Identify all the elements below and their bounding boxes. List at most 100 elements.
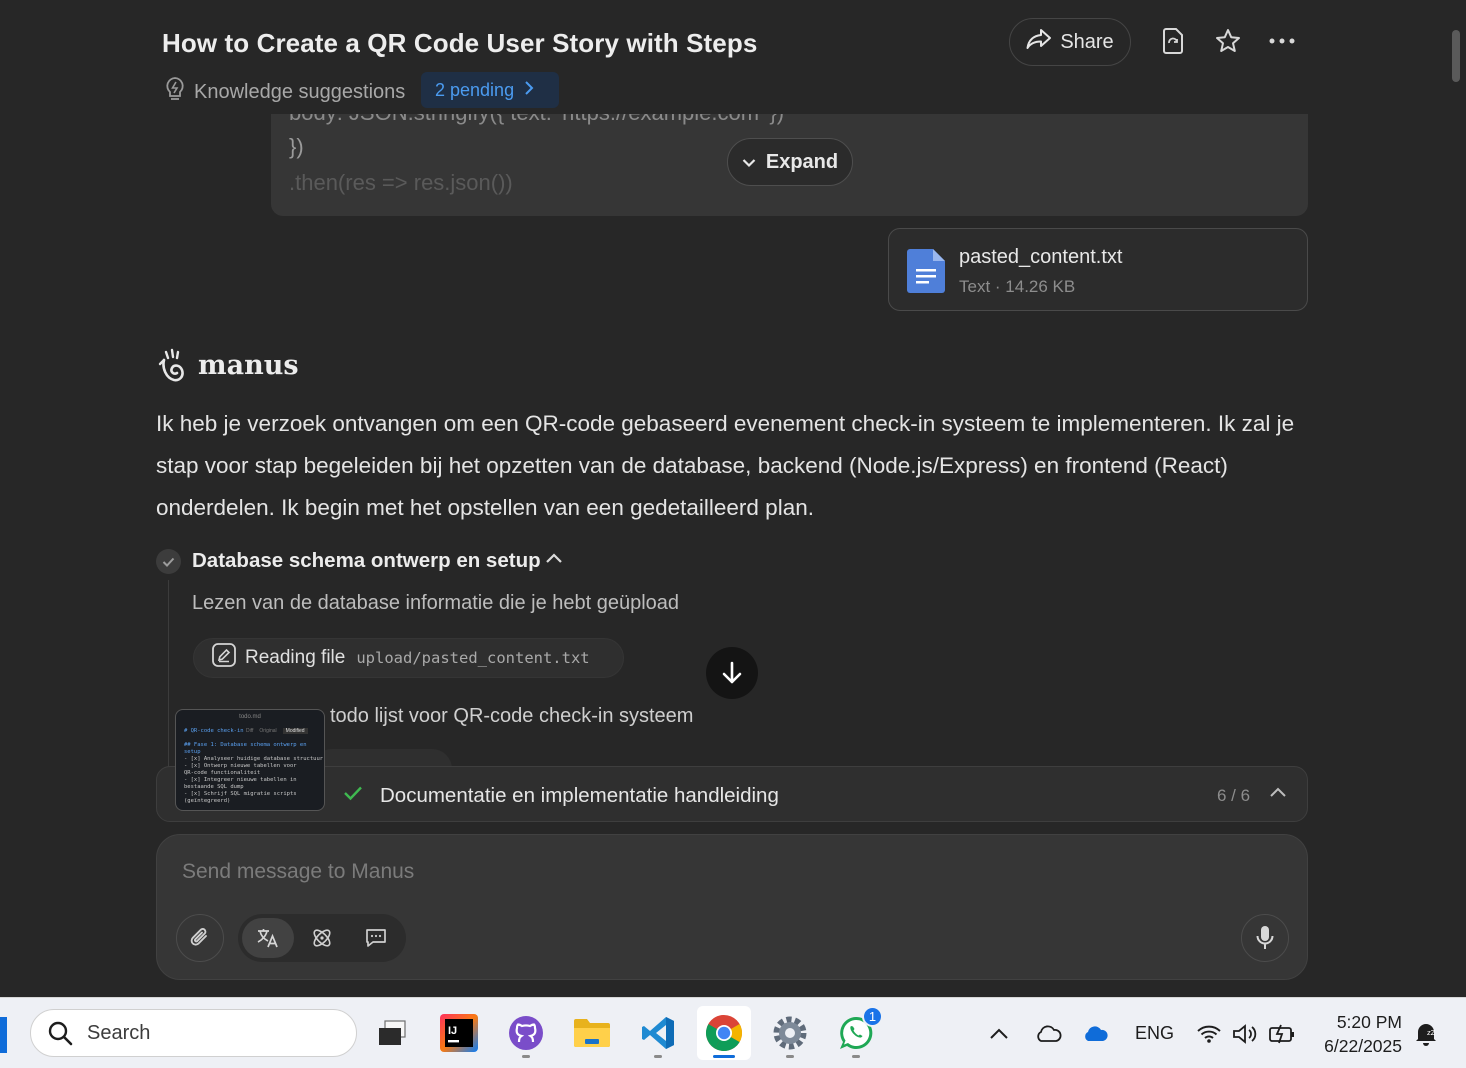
action-path: upload/pasted_content.txt <box>356 649 590 667</box>
file-preview-thumbnail[interactable]: todo.md Diff Original Modified # QR-code… <box>175 709 325 811</box>
svg-text:zZ: zZ <box>1427 1029 1436 1037</box>
taskbar-app-intellij[interactable]: IJ <box>432 1006 486 1060</box>
running-indicator <box>654 1055 662 1058</box>
code-line: body: JSON.stringify({ text: 'https://ex… <box>289 114 784 126</box>
step-description: Lezen van de database informatie die je … <box>192 592 680 614</box>
code-line: .then(res => res.json()) <box>289 170 513 195</box>
thumbnail-line: (geïntegreerd) <box>184 798 231 804</box>
taskbar-app-github[interactable] <box>499 1006 553 1060</box>
thumbnail-tab: Diff <box>246 728 254 734</box>
task-view-icon <box>379 1020 406 1045</box>
notifications-button[interactable]: zZ <box>1414 998 1438 1068</box>
search-icon <box>48 1021 73 1046</box>
start-button[interactable] <box>0 1017 7 1053</box>
translate-mode-button[interactable] <box>242 918 294 958</box>
attach-button[interactable] <box>176 914 224 962</box>
task-view-button[interactable] <box>365 1006 419 1060</box>
agent-mode-button[interactable] <box>296 918 348 958</box>
step-title[interactable]: Database schema ontwerp en setup <box>192 549 541 573</box>
atom-icon <box>313 929 331 947</box>
knowledge-suggestions-label: Knowledge suggestions <box>194 80 406 103</box>
arrow-down-icon <box>722 661 742 684</box>
thumbnail-tab: Modified <box>282 728 308 734</box>
chevron-down-icon <box>742 151 756 174</box>
share-label: Share <box>1060 30 1114 53</box>
wifi-icon[interactable] <box>1196 998 1222 1068</box>
microphone-icon <box>1256 926 1274 949</box>
code-line: }) <box>289 134 304 159</box>
notification-badge: 1 <box>862 1006 883 1027</box>
thumbnail-line: setup <box>184 749 201 755</box>
thumbnail-line: - [x] Analyseer huidige database structu… <box>184 756 324 762</box>
step-timeline-line <box>168 580 169 770</box>
translate-icon <box>257 929 278 948</box>
knowledge-suggestions[interactable]: Knowledge suggestions <box>164 76 405 108</box>
taskbar-app-vscode[interactable] <box>631 1006 685 1060</box>
progress-count: 6 / 6 <box>1217 786 1251 805</box>
message-input[interactable]: Send message to Manus <box>182 860 414 884</box>
settings-gear-icon <box>773 1016 807 1050</box>
thumbnail-tab: Original <box>259 728 277 734</box>
pending-suggestions-button[interactable]: 2 pending <box>421 72 559 108</box>
scrollbar-thumb[interactable] <box>1452 30 1460 82</box>
attachment-meta: Text · 14.26 KB <box>959 277 1076 296</box>
taskbar-app-whatsapp[interactable]: 1 <box>829 1006 883 1060</box>
onedrive-business-icon[interactable] <box>1081 998 1109 1068</box>
battery-charging-icon[interactable] <box>1268 998 1296 1068</box>
chevron-up-icon <box>990 1028 1008 1039</box>
mode-selector <box>238 914 406 962</box>
search-label: Search <box>87 1021 151 1044</box>
chevron-right-icon <box>524 80 534 101</box>
clock-time: 5:20 PM <box>1336 1012 1402 1032</box>
step-check-icon <box>156 549 181 574</box>
expand-button[interactable]: Expand <box>727 138 853 186</box>
pending-label: 2 pending <box>435 79 515 100</box>
notification-bell-icon: zZ <box>1416 1023 1436 1046</box>
thumbnail-filename: todo.md <box>239 714 261 720</box>
check-icon <box>343 785 363 806</box>
edit-icon <box>212 643 236 673</box>
windows-taskbar: Search IJ 1 ENG 5:20 PM 6/22/2025 zZ <box>0 997 1466 1068</box>
thumbnail-line <box>176 735 324 742</box>
share-button[interactable]: Share <box>1009 18 1131 66</box>
volume-icon[interactable] <box>1232 998 1258 1068</box>
document-icon <box>907 249 945 298</box>
system-clock[interactable]: 5:20 PM 6/22/2025 <box>1316 1010 1402 1058</box>
reading-file-chip[interactable]: Reading file upload/pasted_content.txt <box>193 638 624 678</box>
taskbar-app-file-explorer[interactable] <box>565 1006 619 1060</box>
running-indicator <box>786 1055 794 1058</box>
clock-date: 6/22/2025 <box>1324 1036 1402 1056</box>
action-label: Reading file <box>245 647 346 668</box>
language-indicator[interactable]: ENG <box>1135 998 1174 1068</box>
progress-label: Documentatie en implementatie handleidin… <box>380 784 779 807</box>
file-sync-icon[interactable] <box>1158 26 1188 56</box>
thumbnail-line: ## Fase 1: Database schema ontwerp en <box>184 742 307 748</box>
voice-input-button[interactable] <box>1241 914 1289 962</box>
taskbar-search[interactable]: Search <box>30 1009 357 1057</box>
lightbulb-icon <box>164 76 186 108</box>
star-icon[interactable] <box>1213 26 1243 56</box>
manus-logo-icon <box>158 348 188 389</box>
message-composer[interactable]: Send message to Manus <box>156 834 1308 980</box>
task-progress-bar[interactable]: Documentatie en implementatie handleidin… <box>156 766 1308 822</box>
thumbnail-line: - [x] Integreer nieuwe tabellen in <box>184 777 297 783</box>
show-hidden-icons-button[interactable] <box>988 998 1010 1068</box>
folder-icon <box>574 1019 610 1047</box>
expand-label: Expand <box>765 150 839 173</box>
chevron-up-icon[interactable] <box>1269 786 1287 805</box>
paperclip-icon <box>190 928 207 946</box>
scroll-to-bottom-button[interactable] <box>706 647 758 699</box>
chat-icon <box>366 929 386 947</box>
taskbar-app-settings[interactable] <box>763 1006 817 1060</box>
thumbnail-line: - [x] Ontwerp nieuwe tabellen voor <box>184 763 297 769</box>
thumbnail-line: QR-code functionaliteit <box>184 770 261 776</box>
chevron-up-icon[interactable] <box>545 552 563 571</box>
running-indicator <box>522 1055 530 1058</box>
more-options-icon[interactable] <box>1267 26 1297 56</box>
onedrive-personal-icon[interactable] <box>1034 998 1062 1068</box>
chat-mode-button[interactable] <box>350 918 402 958</box>
taskbar-app-chrome[interactable] <box>697 1006 751 1060</box>
thumbnail-line: bestaande SQL dump <box>184 784 244 790</box>
attachment-card[interactable]: pasted_content.txt Text · 14.26 KB <box>888 228 1308 311</box>
chrome-icon <box>705 1015 742 1052</box>
